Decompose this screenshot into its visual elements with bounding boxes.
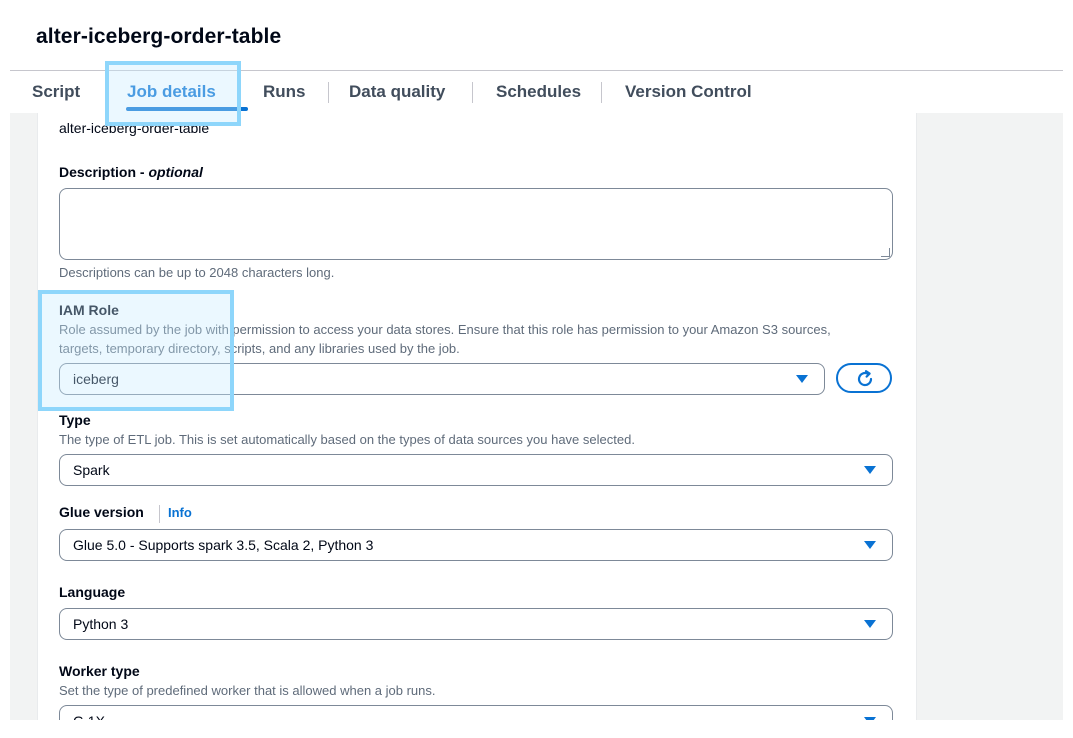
refresh-roles-button[interactable]: [836, 363, 892, 393]
info-divider: [159, 505, 160, 523]
job-name-value: alter-iceberg-order-table: [59, 120, 210, 136]
iam-role-value: iceberg: [73, 371, 119, 387]
tab-schedules[interactable]: Schedules: [496, 71, 581, 113]
description-label: Description - optional: [59, 164, 203, 180]
type-value: Spark: [73, 462, 110, 478]
tab-divider: [472, 82, 473, 103]
type-hint: The type of ETL job. This is set automat…: [59, 432, 635, 447]
tab-version-control[interactable]: Version Control: [625, 71, 752, 113]
glue-version-value: Glue 5.0 - Supports spark 3.5, Scala 2, …: [73, 537, 374, 553]
caret-down-icon: [864, 620, 876, 628]
refresh-icon: [857, 370, 873, 387]
iam-role-hint-line2: targets, temporary directory, scripts, a…: [59, 341, 460, 356]
tab-divider: [328, 82, 329, 103]
optional-label: optional: [148, 164, 203, 180]
language-label: Language: [59, 584, 126, 600]
tab-divider: [601, 82, 602, 103]
page-title: alter-iceberg-order-table: [36, 25, 282, 48]
glue-version-label: Glue version: [59, 504, 144, 520]
tab-script[interactable]: Script: [32, 71, 80, 113]
language-value: Python 3: [73, 616, 129, 632]
caret-down-icon: [796, 375, 808, 383]
worker-type-label: Worker type: [59, 663, 140, 679]
iam-role-label: IAM Role: [59, 302, 119, 318]
description-label-text: Description -: [59, 164, 149, 180]
tab-runs[interactable]: Runs: [263, 71, 306, 113]
active-tab-indicator: [126, 107, 248, 111]
resize-grip-icon[interactable]: [881, 248, 890, 257]
description-textarea[interactable]: [59, 188, 893, 260]
job-details-panel: alter-iceberg-order-table Description - …: [37, 113, 917, 720]
glue-version-select[interactable]: Glue 5.0 - Supports spark 3.5, Scala 2, …: [59, 529, 893, 561]
type-label: Type: [59, 412, 91, 428]
content-area: alter-iceberg-order-table Description - …: [10, 113, 1063, 720]
iam-role-hint-line1: Role assumed by the job with permission …: [59, 322, 831, 337]
caret-down-icon: [864, 466, 876, 474]
glue-version-info-link[interactable]: Info: [168, 505, 192, 520]
worker-type-select[interactable]: G 1X: [59, 705, 893, 720]
worker-type-value: G 1X: [73, 706, 105, 720]
tab-bar: Script Job details Runs Data quality Sch…: [10, 70, 1063, 114]
caret-down-icon: [864, 541, 876, 549]
worker-type-hint: Set the type of predefined worker that i…: [59, 683, 436, 698]
caret-down-icon: [864, 717, 876, 720]
language-select[interactable]: Python 3: [59, 608, 893, 640]
type-select[interactable]: Spark: [59, 454, 893, 486]
description-hint: Descriptions can be up to 2048 character…: [59, 265, 335, 280]
iam-role-select[interactable]: iceberg: [59, 363, 825, 395]
tab-data-quality[interactable]: Data quality: [349, 71, 445, 113]
